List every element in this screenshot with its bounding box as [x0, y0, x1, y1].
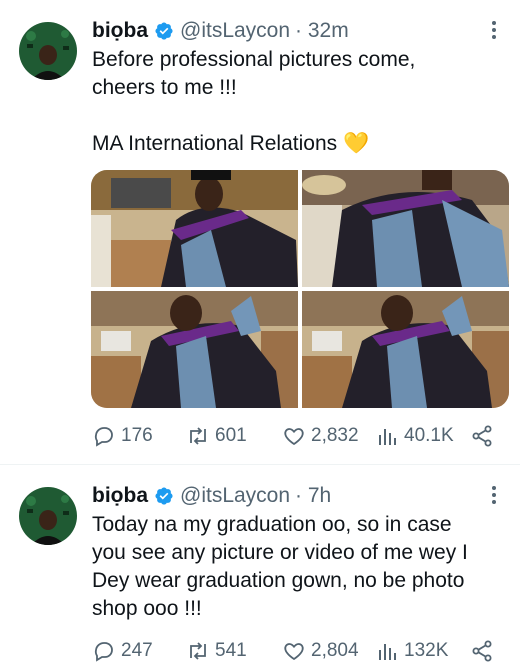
photo-1[interactable] — [91, 170, 298, 287]
view-count: 40.1K — [404, 425, 454, 446]
views-button[interactable]: 40.1K — [377, 421, 454, 451]
view-count: 132K — [404, 640, 449, 661]
share-icon — [472, 640, 492, 662]
views-icon — [379, 429, 396, 445]
like-button[interactable]: 2,832 — [282, 421, 359, 451]
reply-icon — [94, 642, 113, 662]
tweet-actions: 247 541 2,804 132K — [92, 636, 502, 666]
tweet-header: biọba @itsLaycon · 32m — [92, 16, 349, 46]
views-icon — [379, 644, 396, 660]
avatar[interactable] — [19, 487, 77, 545]
reply-button[interactable]: 176 — [92, 421, 153, 451]
verified-badge-icon — [154, 21, 174, 41]
author-handle[interactable]: @itsLaycon — [180, 484, 290, 508]
author-handle[interactable]: @itsLaycon — [180, 19, 290, 43]
reply-count: 176 — [121, 425, 153, 446]
like-icon — [284, 643, 304, 661]
retweet-button[interactable]: 541 — [186, 636, 247, 666]
more-options-icon[interactable] — [484, 18, 504, 42]
avatar[interactable] — [19, 22, 77, 80]
views-button[interactable]: 132K — [377, 636, 448, 666]
reply-button[interactable]: 247 — [92, 636, 153, 666]
like-count: 2,804 — [311, 640, 359, 661]
more-options-icon[interactable] — [484, 483, 504, 507]
retweet-count: 541 — [215, 640, 247, 661]
like-button[interactable]: 2,804 — [282, 636, 359, 666]
author-name[interactable]: biọba — [92, 484, 148, 508]
retweet-icon — [190, 642, 206, 660]
tweet-card[interactable]: biọba @itsLaycon · 32m Before profession… — [0, 0, 520, 464]
share-button[interactable] — [470, 421, 499, 451]
timestamp[interactable]: · 7h — [295, 484, 331, 508]
share-button[interactable] — [470, 636, 499, 666]
photo-2[interactable] — [302, 170, 509, 287]
retweet-icon — [190, 427, 206, 445]
tweet-card[interactable]: biọba @itsLaycon · 7h Today na my gradua… — [0, 465, 520, 669]
tweet-text: Today na my graduation oo, so in case yo… — [92, 513, 468, 620]
reply-icon — [94, 427, 113, 447]
author-name[interactable]: biọba — [92, 19, 148, 43]
tweet-header: biọba @itsLaycon · 7h — [92, 481, 331, 511]
timestamp[interactable]: · 32m — [295, 19, 349, 43]
share-icon — [472, 425, 492, 447]
tweet-text: Before professional pictures come, cheer… — [92, 48, 416, 155]
tweet-actions: 176 601 2,832 40.1K — [92, 421, 502, 451]
retweet-count: 601 — [215, 425, 247, 446]
like-count: 2,832 — [311, 425, 359, 446]
verified-badge-icon — [154, 486, 174, 506]
photo-3[interactable] — [91, 291, 298, 408]
like-icon — [284, 428, 304, 446]
reply-count: 247 — [121, 640, 153, 661]
photo-grid — [91, 170, 509, 408]
retweet-button[interactable]: 601 — [186, 421, 247, 451]
photo-4[interactable] — [302, 291, 509, 408]
